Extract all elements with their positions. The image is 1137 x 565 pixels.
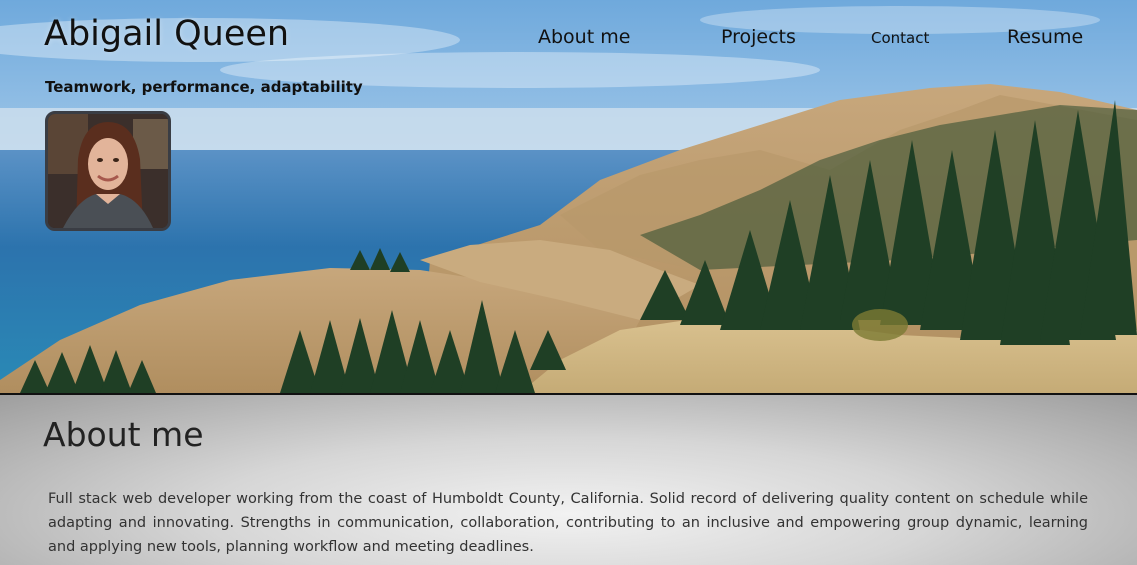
nav-about-link[interactable]: About me bbox=[538, 26, 630, 48]
hero-banner: Abigail Queen Teamwork, performance, ada… bbox=[0, 0, 1137, 395]
nav-projects-link[interactable]: Projects bbox=[721, 26, 796, 48]
tagline: Teamwork, performance, adaptability bbox=[45, 78, 363, 96]
portrait-image bbox=[48, 114, 168, 228]
nav-resume-link[interactable]: Resume bbox=[1007, 26, 1083, 48]
nav-contact-link[interactable]: Contact bbox=[871, 29, 929, 47]
about-section: About me Full stack web developer workin… bbox=[0, 395, 1137, 565]
about-heading: About me bbox=[43, 415, 204, 454]
profile-photo bbox=[45, 111, 171, 231]
site-title: Abigail Queen bbox=[44, 14, 290, 54]
about-body: Full stack web developer working from th… bbox=[48, 491, 1088, 555]
